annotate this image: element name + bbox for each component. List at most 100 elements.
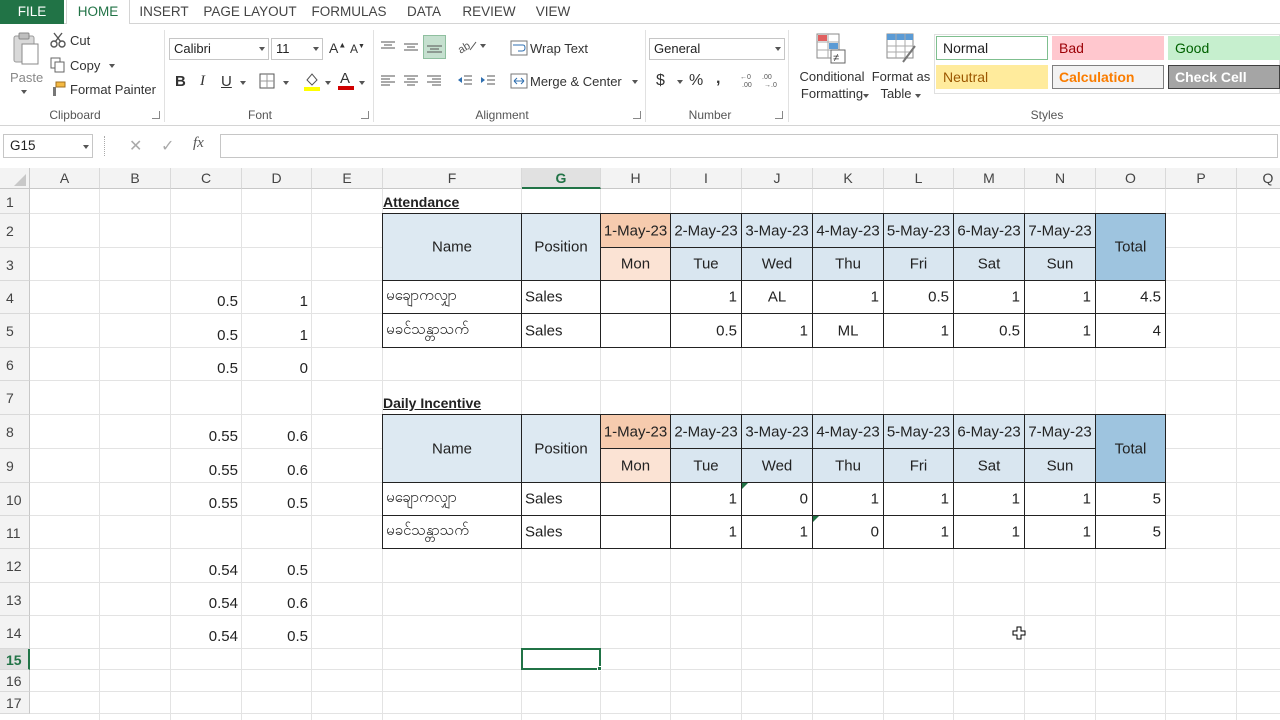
tab-formulas[interactable]: FORMULAS bbox=[306, 0, 392, 24]
column-header-k[interactable]: K bbox=[813, 168, 884, 189]
copy-button[interactable]: Copy bbox=[70, 58, 100, 73]
attendance-row-total[interactable]: 4.5 bbox=[1095, 280, 1166, 314]
row-header-3[interactable]: 3 bbox=[0, 248, 30, 281]
row-header-14[interactable]: 14 bbox=[0, 616, 30, 649]
incentive-day-header[interactable]: Tue bbox=[670, 448, 742, 483]
incentive-row-total[interactable]: 5 bbox=[1095, 482, 1166, 516]
top-align-icon[interactable] bbox=[380, 40, 396, 57]
decrease-decimal-icon[interactable]: .00 →.0 bbox=[762, 71, 780, 92]
incentive-row-position[interactable]: Sales bbox=[521, 482, 601, 516]
font-launcher-icon[interactable] bbox=[361, 111, 369, 119]
incentive-row-value[interactable]: 1 bbox=[883, 515, 954, 549]
column-header-l[interactable]: L bbox=[884, 168, 954, 189]
attendance-row-position[interactable]: Sales bbox=[521, 280, 601, 314]
style-check-cell[interactable]: Check Cell bbox=[1168, 65, 1280, 89]
column-header-e[interactable]: E bbox=[312, 168, 383, 189]
attendance-title[interactable]: Attendance bbox=[383, 192, 522, 212]
incentive-row-value[interactable] bbox=[600, 482, 671, 516]
incentive-row-value[interactable]: 1 bbox=[741, 515, 813, 549]
incentive-row-value[interactable]: 1 bbox=[812, 482, 884, 516]
incentive-day-header[interactable]: Thu bbox=[812, 448, 884, 483]
conditional-formatting-button[interactable]: Conditional Formatting bbox=[796, 69, 868, 101]
row-header-8[interactable]: 8 bbox=[0, 415, 30, 449]
column-header-c[interactable]: C bbox=[171, 168, 242, 189]
row-header-17[interactable]: 17 bbox=[0, 692, 30, 714]
paste-icon[interactable] bbox=[10, 32, 40, 71]
incentive-date-header[interactable]: 7-May-23 bbox=[1024, 414, 1096, 449]
attendance-date-header[interactable]: 2-May-23 bbox=[670, 213, 742, 248]
borders-icon[interactable] bbox=[259, 73, 275, 92]
formula-input[interactable] bbox=[220, 134, 1278, 158]
attendance-date-header[interactable]: 4-May-23 bbox=[812, 213, 884, 248]
incentive-row-position[interactable]: Sales bbox=[521, 515, 601, 549]
increase-decimal-icon[interactable]: ←0.00 bbox=[740, 71, 758, 92]
incentive-row-value[interactable]: 1 bbox=[1024, 482, 1096, 516]
attendance-row-value[interactable]: 1 bbox=[953, 280, 1025, 314]
bottom-align-icon[interactable] bbox=[423, 35, 446, 59]
cell-d10[interactable]: 0.5 bbox=[242, 494, 312, 514]
merge-center-button[interactable]: Merge & Center bbox=[530, 74, 622, 89]
incentive-day-header[interactable]: Sun bbox=[1024, 448, 1096, 483]
cell-d14[interactable]: 0.5 bbox=[242, 627, 312, 647]
incentive-row-value[interactable]: 1 bbox=[1024, 515, 1096, 549]
row-header-5[interactable]: 5 bbox=[0, 314, 30, 348]
select-all-corner[interactable] bbox=[0, 168, 30, 189]
incentive-row-value[interactable]: 1 bbox=[670, 482, 742, 516]
column-header-h[interactable]: H bbox=[601, 168, 671, 189]
attendance-row-value[interactable]: 0.5 bbox=[953, 313, 1025, 348]
incentive-row-value[interactable]: 1 bbox=[670, 515, 742, 549]
decrease-indent-icon[interactable] bbox=[457, 74, 473, 91]
shrink-font-button[interactable]: A▼ bbox=[350, 42, 365, 56]
row-header-13[interactable]: 13 bbox=[0, 583, 30, 616]
attendance-position-header[interactable]: Position bbox=[521, 213, 601, 281]
column-header-n[interactable]: N bbox=[1025, 168, 1096, 189]
font-color-icon[interactable]: A bbox=[337, 69, 355, 94]
cell-d9[interactable]: 0.6 bbox=[242, 461, 312, 481]
column-header-o[interactable]: O bbox=[1096, 168, 1166, 189]
cell-c13[interactable]: 0.54 bbox=[171, 594, 242, 614]
attendance-day-header[interactable]: Mon bbox=[600, 247, 671, 281]
attendance-row-value[interactable]: 1 bbox=[812, 280, 884, 314]
column-header-q[interactable]: Q bbox=[1237, 168, 1280, 189]
row-header-11[interactable]: 11 bbox=[0, 516, 30, 549]
incentive-total-header[interactable]: Total bbox=[1095, 414, 1166, 483]
align-right-icon[interactable] bbox=[426, 74, 442, 91]
row-header-10[interactable]: 10 bbox=[0, 483, 30, 516]
incentive-title[interactable]: Daily Incentive bbox=[383, 393, 522, 413]
cell-c9[interactable]: 0.55 bbox=[171, 461, 242, 481]
attendance-row-value[interactable]: 1 bbox=[1024, 280, 1096, 314]
tab-review[interactable]: REVIEW bbox=[456, 0, 522, 24]
comma-button[interactable]: , bbox=[716, 70, 720, 88]
attendance-row-value[interactable] bbox=[600, 313, 671, 348]
column-header-f[interactable]: F bbox=[383, 168, 522, 189]
name-box[interactable]: G15 bbox=[3, 134, 93, 158]
row-header-1[interactable]: 1 bbox=[0, 189, 30, 214]
wrap-text-button[interactable]: Wrap Text bbox=[530, 41, 588, 56]
attendance-day-header[interactable]: Fri bbox=[883, 247, 954, 281]
incentive-date-header[interactable]: 4-May-23 bbox=[812, 414, 884, 449]
incentive-date-header[interactable]: 6-May-23 bbox=[953, 414, 1025, 449]
row-header-9[interactable]: 9 bbox=[0, 449, 30, 483]
incentive-day-header[interactable]: Wed bbox=[741, 448, 813, 483]
attendance-row-name[interactable]: မချောကလျှာ bbox=[382, 280, 522, 314]
style-good[interactable]: Good bbox=[1168, 36, 1280, 60]
paste-button[interactable]: Paste bbox=[10, 70, 43, 85]
column-header-j[interactable]: J bbox=[742, 168, 813, 189]
format-painter-button[interactable]: Format Painter bbox=[70, 82, 156, 97]
attendance-row-value[interactable]: 1 bbox=[741, 313, 813, 348]
column-header-d[interactable]: D bbox=[242, 168, 312, 189]
row-header-12[interactable]: 12 bbox=[0, 549, 30, 583]
align-center-icon[interactable] bbox=[403, 74, 419, 91]
attendance-day-header[interactable]: Wed bbox=[741, 247, 813, 281]
bold-button[interactable]: B bbox=[175, 73, 186, 90]
tab-view[interactable]: VIEW bbox=[528, 0, 578, 24]
incentive-date-header[interactable]: 1-May-23 bbox=[600, 414, 671, 449]
column-header-b[interactable]: B bbox=[100, 168, 171, 189]
attendance-row-total[interactable]: 4 bbox=[1095, 313, 1166, 348]
style-neutral[interactable]: Neutral bbox=[936, 65, 1048, 89]
attendance-day-header[interactable]: Thu bbox=[812, 247, 884, 281]
alignment-launcher-icon[interactable] bbox=[633, 111, 641, 119]
cancel-icon[interactable]: ✕ bbox=[129, 136, 142, 156]
incentive-row-name[interactable]: မခင်သန္တာသက် bbox=[382, 515, 522, 549]
clipboard-launcher-icon[interactable] bbox=[152, 111, 160, 119]
